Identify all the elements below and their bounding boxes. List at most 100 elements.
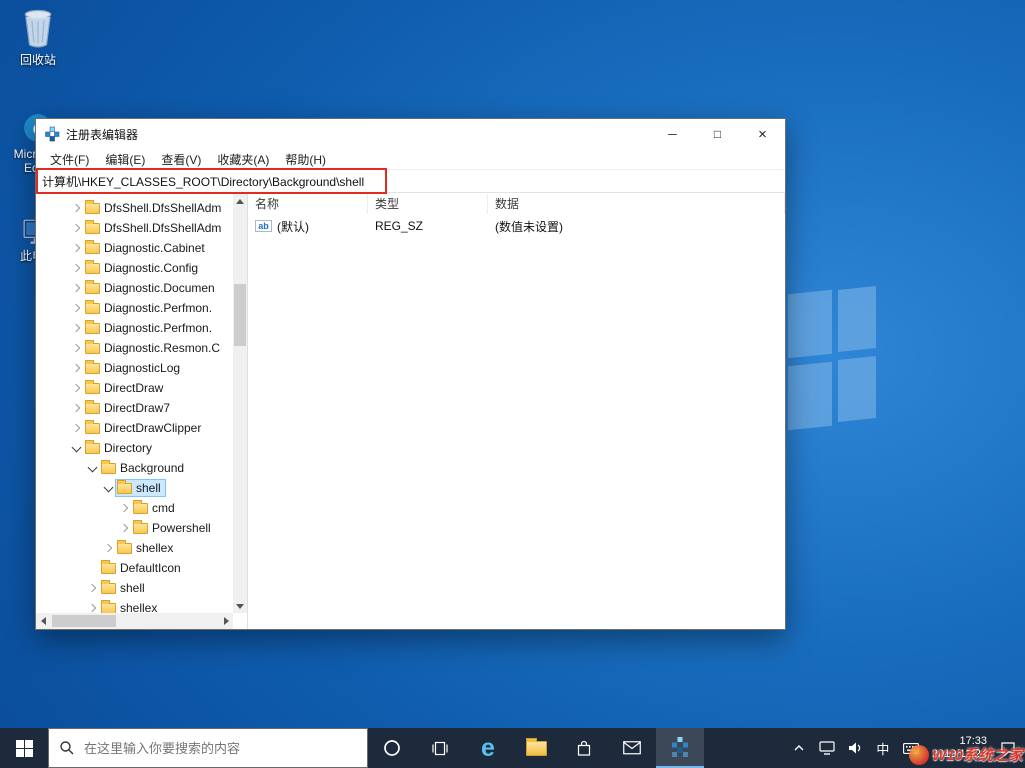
chevron-right-icon[interactable] [70, 238, 84, 258]
tree-item-3-diagnostic-config[interactable]: Diagnostic.Config [36, 258, 233, 278]
tree-node[interactable]: DiagnosticLog [84, 359, 184, 376]
tree-item-20-shellex[interactable]: shellex [36, 598, 233, 613]
tree-node[interactable]: Powershell [132, 519, 215, 536]
tree-item-17-shellex[interactable]: shellex [36, 538, 233, 558]
chevron-right-icon[interactable] [70, 278, 84, 298]
scroll-right-button[interactable] [219, 614, 233, 628]
tree-item-6-diagnostic-perfmon-[interactable]: Diagnostic.Perfmon. [36, 318, 233, 338]
tree-node[interactable]: Diagnostic.Resmon.C [84, 339, 224, 356]
tree-node[interactable]: DfsShell.DfsShellAdm [84, 199, 225, 216]
tree-node[interactable]: shell [115, 479, 166, 497]
tree-node[interactable]: DirectDraw7 [84, 399, 174, 416]
tree-item-16-powershell[interactable]: Powershell [36, 518, 233, 538]
task-view-button[interactable] [416, 728, 464, 768]
desktop[interactable]: 回收站 e Microsoft Edge 此电脑 注册表编辑器 [0, 0, 1025, 768]
chevron-right-icon[interactable] [70, 318, 84, 338]
tree-horizontal-scrollbar[interactable] [36, 613, 233, 629]
tree-node[interactable]: DefaultIcon [100, 559, 185, 576]
tree-node[interactable]: cmd [132, 499, 179, 516]
cortana-button[interactable] [368, 728, 416, 768]
edge-button[interactable]: e [464, 728, 512, 768]
network-tray-button[interactable] [816, 728, 838, 768]
scroll-up-button[interactable] [233, 194, 247, 208]
chevron-down-icon[interactable] [86, 458, 100, 478]
store-button[interactable] [560, 728, 608, 768]
registry-value-row[interactable]: ab (默认) REG_SZ (数值未设置) [248, 216, 785, 236]
volume-tray-button[interactable] [844, 728, 866, 768]
search-box[interactable] [48, 728, 368, 768]
tree-item-11-directdrawclipper[interactable]: DirectDrawClipper [36, 418, 233, 438]
tree-item-7-diagnostic-resmon-c[interactable]: Diagnostic.Resmon.C [36, 338, 233, 358]
horizontal-scroll-thumb[interactable] [52, 615, 116, 627]
chevron-right-icon[interactable] [86, 578, 100, 598]
tree-item-15-cmd[interactable]: cmd [36, 498, 233, 518]
desktop-icon-recycle-bin[interactable]: 回收站 [6, 8, 70, 67]
tree-item-0-dfsshell-dfsshelladm[interactable]: DfsShell.DfsShellAdm [36, 198, 233, 218]
chevron-right-icon[interactable] [70, 258, 84, 278]
maximize-button[interactable]: □ [695, 119, 740, 149]
tree-node[interactable]: shellex [100, 599, 161, 613]
column-header-name[interactable]: 名称 [248, 194, 368, 214]
menu-favorites[interactable]: 收藏夹(A) [209, 151, 277, 168]
chevron-down-icon[interactable] [70, 438, 84, 458]
vertical-scroll-thumb[interactable] [234, 284, 246, 346]
search-input[interactable] [84, 740, 357, 756]
chevron-right-icon[interactable] [86, 598, 100, 613]
chevron-right-icon[interactable] [70, 358, 84, 378]
touch-keyboard-button[interactable] [900, 728, 922, 768]
mail-button[interactable] [608, 728, 656, 768]
tree-node[interactable]: Directory [84, 439, 156, 456]
start-button[interactable] [0, 728, 48, 768]
chevron-right-icon[interactable] [70, 218, 84, 238]
tree-node[interactable]: DfsShell.DfsShellAdm [84, 219, 225, 236]
file-explorer-button[interactable] [512, 728, 560, 768]
tree-node[interactable]: Diagnostic.Perfmon. [84, 319, 216, 336]
tree-vertical-scrollbar[interactable] [233, 194, 247, 613]
chevron-right-icon[interactable] [102, 538, 116, 558]
column-header-data[interactable]: 数据 [488, 194, 785, 214]
ime-language-button[interactable]: 中 [872, 728, 894, 768]
chevron-right-icon[interactable] [70, 298, 84, 318]
chevron-right-icon[interactable] [118, 498, 132, 518]
tray-expand-button[interactable] [788, 728, 810, 768]
title-bar[interactable]: 注册表编辑器 ─ □ × [36, 119, 785, 149]
menu-edit[interactable]: 编辑(E) [97, 151, 153, 168]
menu-help[interactable]: 帮助(H) [277, 151, 334, 168]
tree-item-5-diagnostic-perfmon-[interactable]: Diagnostic.Perfmon. [36, 298, 233, 318]
tree-node[interactable]: DirectDrawClipper [84, 419, 205, 436]
chevron-right-icon[interactable] [70, 378, 84, 398]
tree-node[interactable]: Diagnostic.Perfmon. [84, 299, 216, 316]
tree-item-2-diagnostic-cabinet[interactable]: Diagnostic.Cabinet [36, 238, 233, 258]
clock[interactable]: 17:33 2019/12/24 [928, 735, 991, 761]
tree-item-18-defaulticon[interactable]: DefaultIcon [36, 558, 233, 578]
chevron-right-icon[interactable] [70, 418, 84, 438]
address-input[interactable] [36, 170, 785, 192]
tree-node[interactable]: Diagnostic.Config [84, 259, 202, 276]
tree-item-1-dfsshell-dfsshelladm[interactable]: DfsShell.DfsShellAdm [36, 218, 233, 238]
tree-item-12-directory[interactable]: Directory [36, 438, 233, 458]
menu-view[interactable]: 查看(V) [153, 151, 209, 168]
chevron-down-icon[interactable] [102, 478, 116, 498]
chevron-right-icon[interactable] [70, 398, 84, 418]
column-header-type[interactable]: 类型 [368, 194, 488, 214]
tree-item-9-directdraw[interactable]: DirectDraw [36, 378, 233, 398]
chevron-right-icon[interactable] [70, 198, 84, 218]
tree-item-19-shell[interactable]: shell [36, 578, 233, 598]
close-button[interactable]: × [740, 119, 785, 149]
action-center-button[interactable] [997, 728, 1019, 768]
tree-node[interactable]: Diagnostic.Documen [84, 279, 219, 296]
scroll-down-button[interactable] [233, 599, 247, 613]
tree-item-4-diagnostic-documen[interactable]: Diagnostic.Documen [36, 278, 233, 298]
tree-item-13-background[interactable]: Background [36, 458, 233, 478]
tree-node[interactable]: Background [100, 459, 188, 476]
scroll-left-button[interactable] [36, 614, 50, 628]
tree-node[interactable]: shellex [116, 539, 177, 556]
minimize-button[interactable]: ─ [650, 119, 695, 149]
menu-file[interactable]: 文件(F) [42, 151, 97, 168]
regedit-taskbar-button[interactable] [656, 728, 704, 768]
tree-item-14-shell[interactable]: shell [36, 478, 233, 498]
tree-node[interactable]: shell [100, 579, 149, 596]
tree-item-10-directdraw7[interactable]: DirectDraw7 [36, 398, 233, 418]
chevron-right-icon[interactable] [118, 518, 132, 538]
chevron-right-icon[interactable] [70, 338, 84, 358]
